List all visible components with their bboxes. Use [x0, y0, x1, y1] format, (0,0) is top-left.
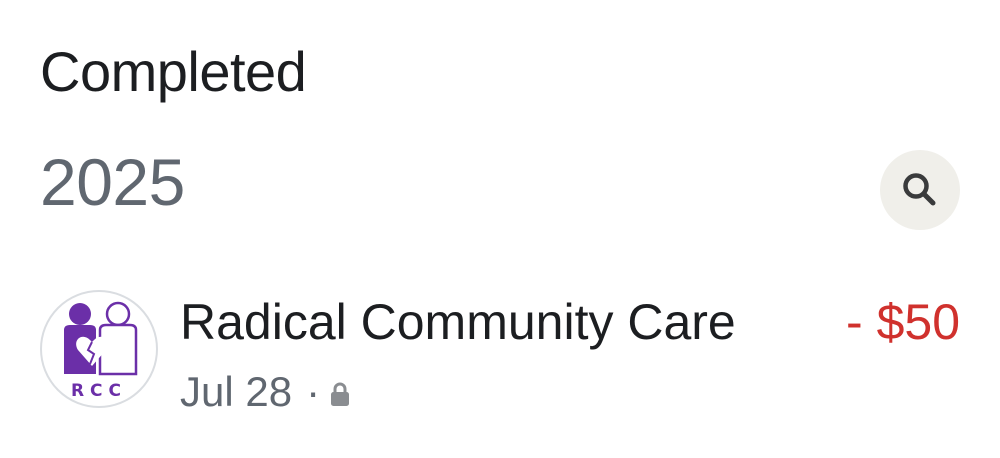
avatar: RCC: [40, 290, 158, 408]
svg-text:RCC: RCC: [71, 381, 127, 401]
rcc-logo-icon: RCC: [64, 301, 138, 401]
transaction-date: Jul 28: [180, 368, 293, 415]
section-title: Completed: [40, 40, 307, 103]
meta-separator: ·: [306, 368, 321, 415]
merchant-name: Radical Community Care: [180, 294, 736, 350]
transaction-amount: - $50: [846, 294, 960, 350]
search-button[interactable]: [880, 150, 960, 230]
lock-icon: [330, 367, 350, 419]
year-label: 2025: [40, 145, 185, 219]
transaction-meta: Jul 28 ·: [180, 364, 350, 420]
search-icon: [900, 170, 940, 210]
transaction-row[interactable]: RCC Radical Community Care Jul 28 · - $5…: [0, 280, 1000, 420]
